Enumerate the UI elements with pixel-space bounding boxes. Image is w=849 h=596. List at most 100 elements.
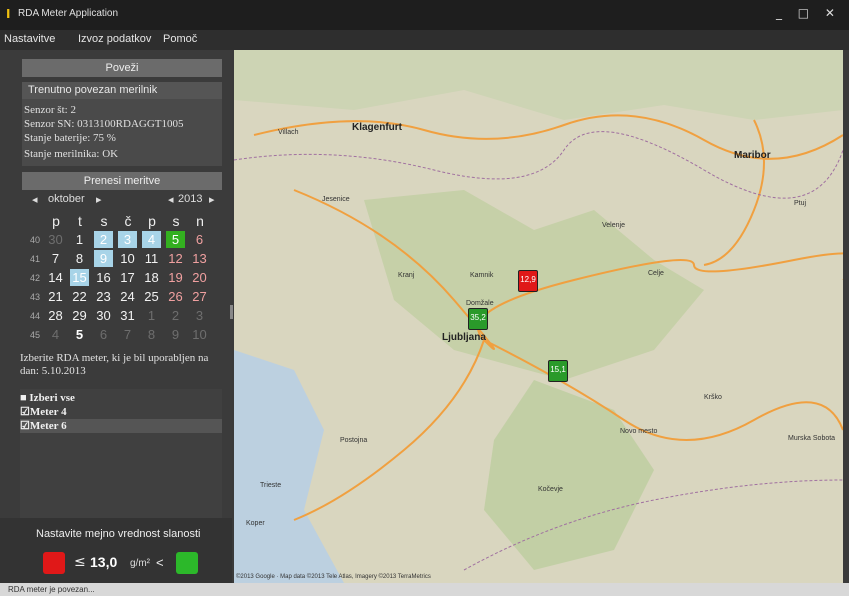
- limit-value-input[interactable]: 13,0: [90, 554, 117, 570]
- calendar-day[interactable]: 21: [46, 288, 65, 305]
- menu-nastavitve[interactable]: Nastavitve: [4, 33, 55, 45]
- calendar-weekday: p: [148, 213, 156, 229]
- calendar-day[interactable]: 4: [142, 231, 161, 248]
- calendar-day[interactable]: 10: [190, 326, 209, 343]
- map-attribution: ©2013 Google · Map data ©2013 Tele Atlas…: [236, 574, 431, 580]
- select-all-checkbox[interactable]: ■: [20, 392, 27, 404]
- calendar-day[interactable]: 31: [118, 307, 137, 324]
- calendar-week-number: 40: [29, 235, 40, 245]
- calendar-day[interactable]: 10: [118, 250, 137, 267]
- meter-item-4[interactable]: ☑Meter 4: [20, 405, 222, 419]
- map-city-koper: Koper: [246, 520, 265, 527]
- next-month-button[interactable]: ▸: [96, 193, 102, 206]
- map-city-kranj: Kranj: [398, 272, 415, 279]
- calendar-day[interactable]: 22: [70, 288, 89, 305]
- map-marker-green[interactable]: 15,1: [548, 360, 568, 382]
- meter-item-6[interactable]: ☑Meter 6: [20, 419, 222, 433]
- calendar-day[interactable]: 3: [118, 231, 137, 248]
- calendar-day[interactable]: 23: [94, 288, 113, 305]
- calendar-weekday: s: [172, 213, 180, 229]
- calendar-day[interactable]: 14: [46, 269, 65, 286]
- calendar-day[interactable]: 8: [142, 326, 161, 343]
- map-city-murska-sobota: Murska Sobota: [788, 435, 836, 442]
- next-year-button[interactable]: ▸: [209, 193, 215, 206]
- calendar-day[interactable]: 7: [46, 250, 65, 267]
- menu-bar: Nastavitve Izvoz podatkov Pomoč: [0, 30, 849, 50]
- connect-button[interactable]: Poveži: [22, 59, 222, 77]
- prev-year-button[interactable]: ◂: [168, 193, 174, 206]
- calendar-day[interactable]: 19: [166, 269, 185, 286]
- meter-checkbox[interactable]: ☑: [20, 406, 30, 418]
- calendar-day[interactable]: 4: [46, 326, 65, 343]
- map-city-postojna: Postojna: [340, 437, 368, 444]
- map-city-krsko: Krško: [704, 394, 722, 401]
- calendar-day[interactable]: 11: [142, 250, 161, 267]
- calendar-day[interactable]: 13: [190, 250, 209, 267]
- calendar-day[interactable]: 27: [190, 288, 209, 305]
- green-color-swatch[interactable]: [176, 552, 198, 574]
- panel-splitter[interactable]: [230, 305, 233, 319]
- calendar-week-number: 43: [29, 292, 40, 302]
- calendar-day[interactable]: 12: [166, 250, 185, 267]
- app-window: I RDA Meter Application _ □ ✕ Nastavitve…: [0, 0, 849, 596]
- status-text: RDA meter je povezan...: [8, 585, 95, 594]
- red-color-swatch[interactable]: [43, 552, 65, 574]
- calendar-day[interactable]: 2: [94, 231, 113, 248]
- calendar-day[interactable]: 8: [70, 250, 89, 267]
- calendar-day[interactable]: 9: [166, 326, 185, 343]
- menu-izvoz-podatkov[interactable]: Izvoz podatkov: [78, 33, 151, 45]
- map-city-ljubljana: Ljubljana: [442, 332, 486, 343]
- map-city-trieste: Trieste: [260, 482, 282, 489]
- calendar-day[interactable]: 17: [118, 269, 137, 286]
- calendar-week-number: 44: [29, 311, 40, 321]
- calendar-weekday: s: [100, 213, 108, 229]
- battery-state: Stanje baterije: 75 %: [24, 132, 116, 144]
- map-city-domzale: Domžale: [466, 300, 494, 307]
- calendar-day[interactable]: 26: [166, 288, 185, 305]
- calendar-day[interactable]: 29: [70, 307, 89, 324]
- limit-label: Nastavite mejno vrednost slanosti: [36, 528, 201, 540]
- app-icon: I: [6, 7, 11, 21]
- meter-label: Meter 4: [29, 406, 67, 418]
- calendar-day[interactable]: 5: [166, 231, 185, 248]
- calendar-day[interactable]: 24: [118, 288, 137, 305]
- calendar-day[interactable]: 6: [94, 326, 113, 343]
- calendar-week-number: 45: [29, 330, 40, 340]
- calendar-day[interactable]: 25: [142, 288, 161, 305]
- calendar-day[interactable]: 6: [190, 231, 209, 248]
- map-view[interactable]: Ljubljana Kranj Kamnik Domžale Celje Mar…: [234, 50, 843, 583]
- connected-meter-box: Trenutno povezan merilnik Senzor št: 2 S…: [22, 82, 222, 166]
- meter-checkbox[interactable]: ☑: [20, 420, 30, 432]
- calendar-day[interactable]: 2: [166, 307, 185, 324]
- meter-label: Izberi vse: [29, 392, 75, 404]
- calendar-day[interactable]: 16: [94, 269, 113, 286]
- leq-symbol: ≤: [74, 554, 86, 570]
- calendar-day[interactable]: 3: [190, 307, 209, 324]
- calendar-day[interactable]: 28: [46, 307, 65, 324]
- prev-month-button[interactable]: ◂: [32, 193, 38, 206]
- calendar-day[interactable]: 1: [70, 231, 89, 248]
- calendar-day[interactable]: 1: [142, 307, 161, 324]
- calendar-day[interactable]: 7: [118, 326, 137, 343]
- calendar-day[interactable]: 18: [142, 269, 161, 286]
- calendar: ◂ oktober ▸ ◂ 2013 ▸ p t s č p s n 40 30 1 2 3 4 5 6 41…: [22, 193, 222, 375]
- calendar-day[interactable]: 5: [70, 326, 89, 343]
- transfer-button[interactable]: Prenesi meritve: [22, 172, 222, 190]
- calendar-week-number: 42: [29, 273, 40, 283]
- map-city-jesenice: Jesenice: [322, 196, 350, 203]
- calendar-day[interactable]: 30: [94, 307, 113, 324]
- calendar-day[interactable]: 20: [190, 269, 209, 286]
- map-city-velenje: Velenje: [602, 222, 625, 229]
- map-marker-green[interactable]: 35,2: [468, 308, 488, 330]
- map-marker-red[interactable]: 12,9: [518, 270, 538, 292]
- meter-select-all[interactable]: ■ Izberi vse: [20, 391, 222, 405]
- window-controls[interactable]: _ □ ✕: [776, 6, 841, 20]
- calendar-day[interactable]: 9: [94, 250, 113, 267]
- map-city-ptuj: Ptuj: [794, 200, 807, 207]
- calendar-weekday: t: [78, 213, 82, 229]
- calendar-day[interactable]: 15: [70, 269, 89, 286]
- calendar-weekday: n: [196, 213, 204, 229]
- map-city-novo-mesto: Novo mesto: [620, 428, 658, 435]
- menu-pomoc[interactable]: Pomoč: [163, 33, 197, 45]
- calendar-day[interactable]: 30: [46, 231, 65, 248]
